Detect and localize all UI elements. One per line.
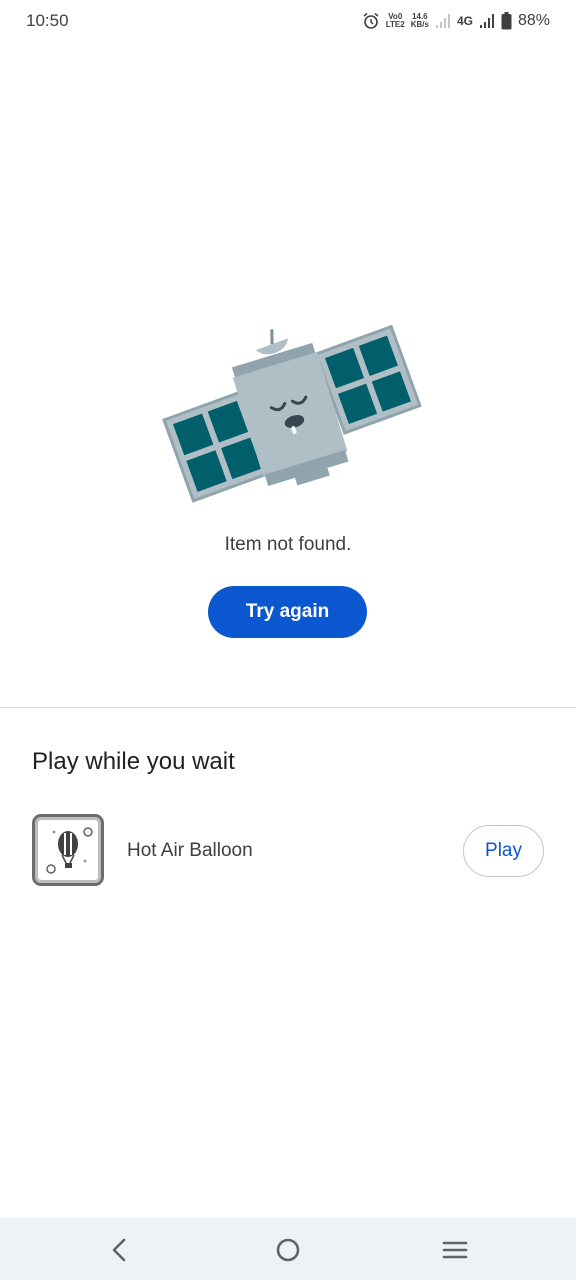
game-list-item[interactable]: Hot Air Balloon Play [32, 814, 544, 888]
hot-air-balloon-icon[interactable] [32, 814, 104, 886]
sleeping-satellite-illustration [162, 324, 422, 503]
navigation-bar [0, 1218, 576, 1280]
network-speed: 14.6 KB/s [411, 13, 429, 29]
try-again-button[interactable]: Try again [208, 586, 367, 638]
alarm-icon [363, 12, 379, 29]
section-divider [0, 707, 576, 708]
signal-weak-icon [435, 14, 450, 28]
network-type: 4G [456, 14, 473, 28]
home-icon[interactable] [272, 1234, 304, 1266]
menu-icon[interactable] [439, 1234, 471, 1266]
signal-strong-icon [479, 14, 494, 28]
volte-indicator: Vo0 LTE2 [386, 13, 405, 29]
game-name: Hot Air Balloon [127, 840, 253, 861]
speed-unit: KB/s [410, 20, 429, 29]
battery-icon [501, 12, 512, 30]
play-button[interactable]: Play [463, 825, 544, 877]
status-icons: Vo0 LTE2 14.6 KB/s 4G 88% [362, 10, 550, 32]
play-section-title: Play while you wait [32, 748, 235, 775]
error-message: Item not found. [224, 534, 352, 555]
battery-percent: 88% [517, 12, 550, 29]
status-time: 10:50 [26, 11, 69, 30]
status-bar: 10:50 Vo0 LTE2 14.6 KB/s 4G 88% [0, 0, 576, 44]
back-icon[interactable] [104, 1234, 136, 1266]
volte-bottom: LTE2 [385, 20, 405, 29]
